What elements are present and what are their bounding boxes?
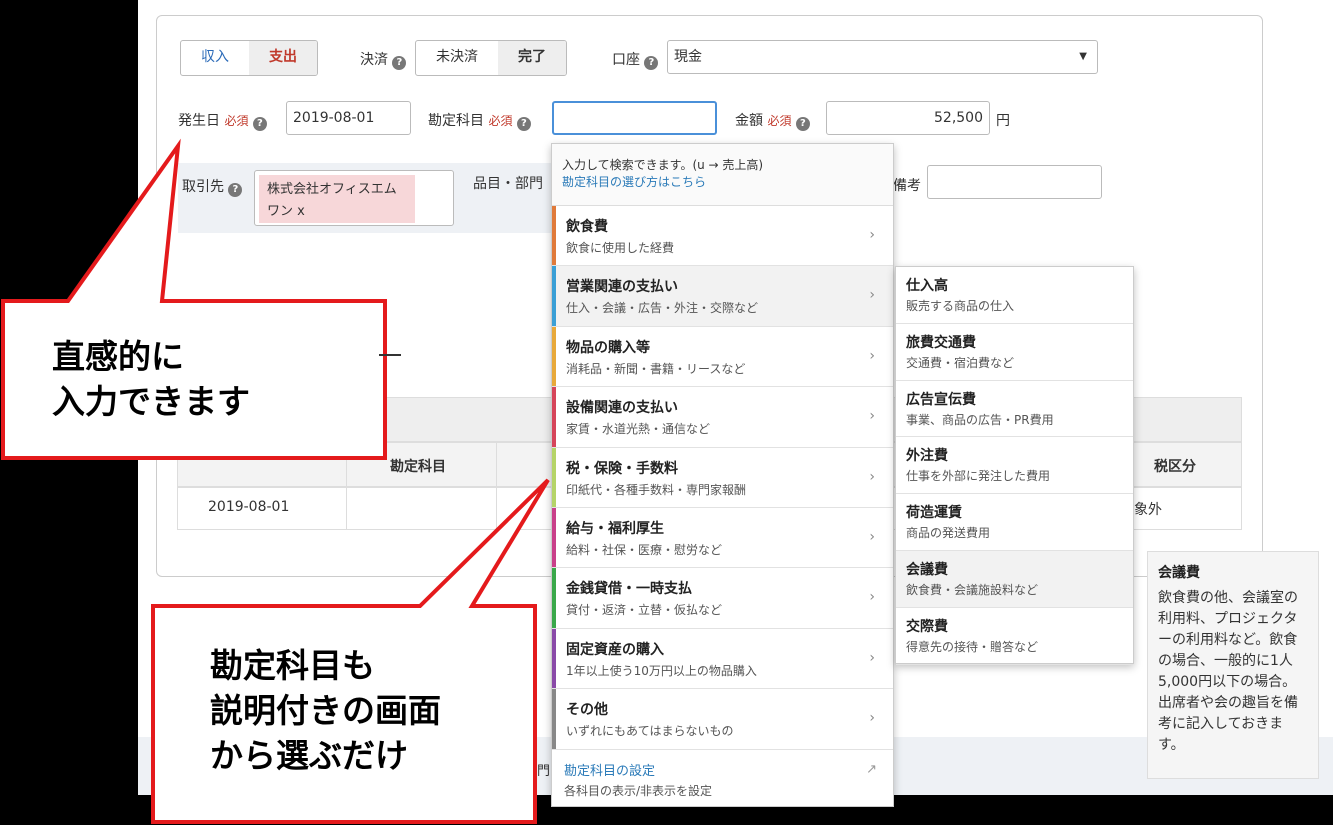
callout-1-line-1: 直感的に xyxy=(52,337,184,376)
callout-2-text: 勘定科目も 説明付きの画面 から選ぶだけ xyxy=(210,643,441,778)
callout-2-line-2: 説明付きの画面 xyxy=(210,691,441,730)
callout-2-line-3: から選ぶだけ xyxy=(210,736,408,775)
hidden-line xyxy=(379,354,401,356)
callout-2-line-1: 勘定科目も xyxy=(210,646,375,685)
callout-1-line-2: 入力できます xyxy=(52,382,250,421)
callout-1-text: 直感的に 入力できます xyxy=(52,334,250,424)
